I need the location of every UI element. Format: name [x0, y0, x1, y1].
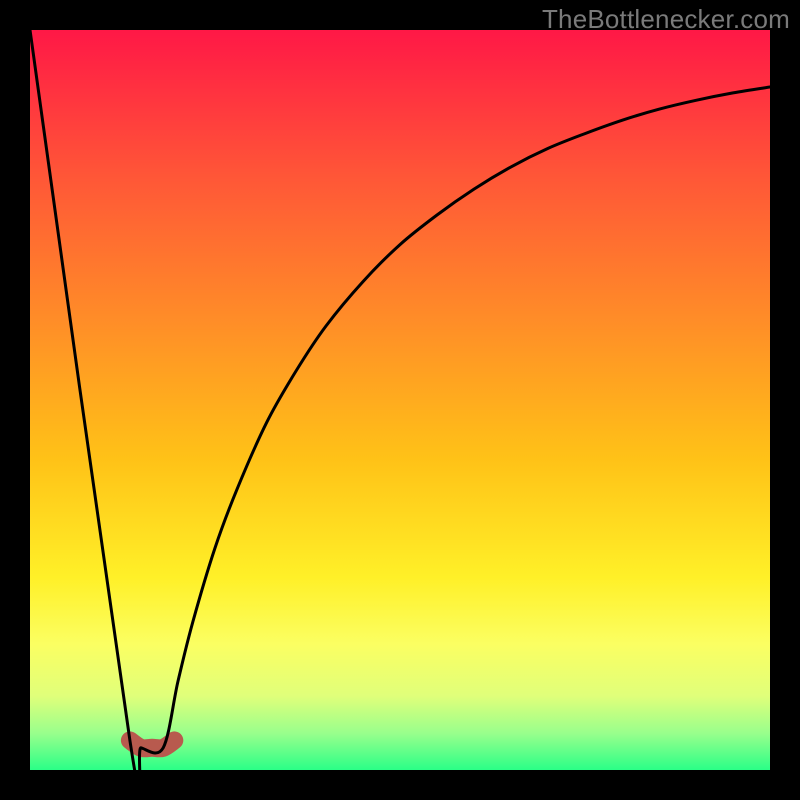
gradient-background [30, 30, 770, 770]
valley-segment [130, 740, 174, 748]
bottleneck-chart [30, 30, 770, 770]
chart-frame: TheBottlenecker.com [0, 0, 800, 800]
plot-area [30, 30, 770, 770]
